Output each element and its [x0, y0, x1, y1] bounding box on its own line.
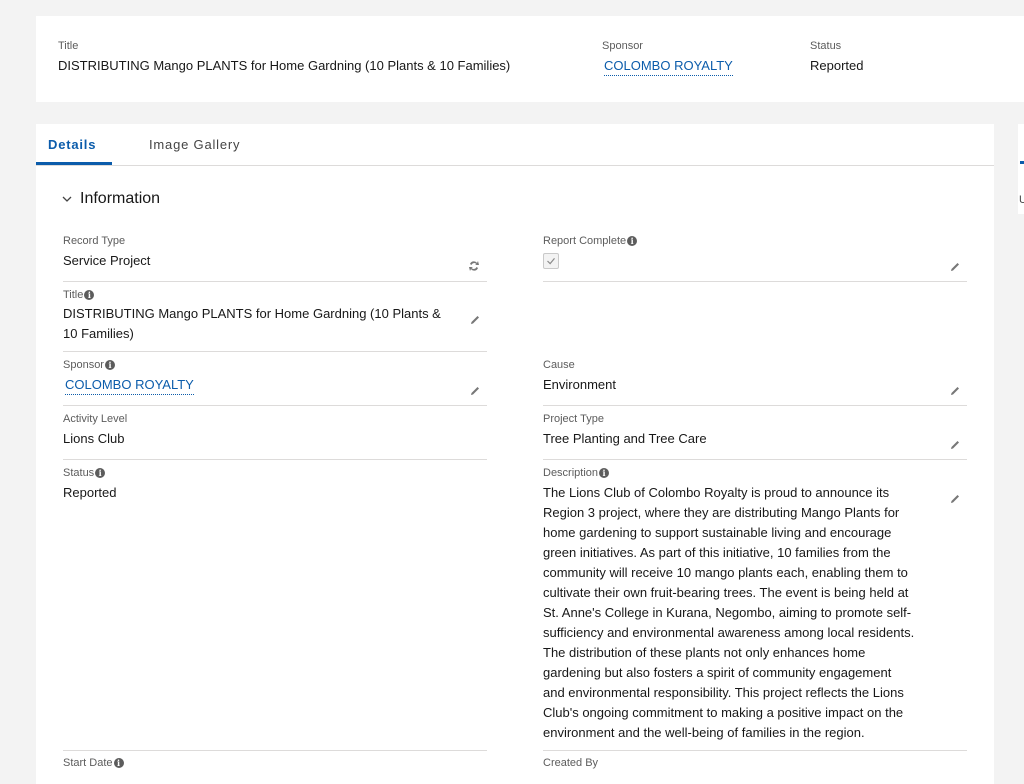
description-line: Region 3 project, where they are distrib… [543, 505, 900, 520]
field-value: Tree Planting and Tree Care [543, 431, 707, 446]
highlight-status-value: Reported [810, 58, 864, 73]
highlight-title-value: DISTRIBUTING Mango PLANTS for Home Gardn… [58, 58, 511, 73]
pencil-icon[interactable] [949, 261, 961, 273]
field-sponsor: Sponsor i COLOMBO ROYALTY [63, 359, 487, 406]
description-line: sufficiency and environmental awareness … [543, 625, 915, 640]
field-value: Environment [543, 377, 616, 392]
highlight-sponsor-link[interactable]: COLOMBO ROYALTY [604, 58, 733, 76]
description-line: home gardening to support sustainable li… [543, 525, 892, 540]
field-divider [63, 405, 487, 406]
pencil-icon[interactable] [469, 385, 481, 397]
description-line: community will receive 10 mango plants e… [543, 565, 908, 580]
field-title: Title i DISTRIBUTING Mango PLANTS for Hom… [63, 289, 487, 352]
tab-details[interactable]: Details [48, 137, 96, 152]
highlight-title-label: Title [58, 40, 79, 52]
field-label: Record Type [63, 235, 126, 247]
field-label: Title [63, 289, 84, 301]
field-divider [63, 459, 487, 460]
highlight-sponsor: Sponsor COLOMBO ROYALTY [602, 40, 733, 76]
info-icon[interactable]: i [95, 468, 106, 478]
field-description: Description i The Lions Club of Colombo R… [543, 467, 967, 751]
field-label: Sponsor [63, 359, 104, 371]
field-value-line: DISTRIBUTING Mango PLANTS for Home Gardn… [63, 306, 441, 321]
change-record-type-icon[interactable] [467, 259, 481, 273]
record-detail-panel: Details Image Gallery Information Record… [36, 124, 994, 784]
sponsor-link[interactable]: COLOMBO ROYALTY [65, 377, 194, 395]
checkmark-icon [547, 257, 555, 265]
description-line: cultivate their own fruit-bearing trees.… [543, 585, 909, 600]
description-line: St. Anne's College in Kurana, Negombo, a… [543, 605, 912, 620]
info-icon[interactable]: i [104, 360, 115, 370]
highlight-status-label: Status [810, 40, 842, 52]
field-label: Start Date [63, 757, 113, 769]
field-activity-level: Activity Level Lions Club [63, 413, 487, 460]
pencil-icon[interactable] [949, 439, 961, 451]
tab-bar: Details Image Gallery [36, 124, 994, 166]
chevron-down-icon [62, 196, 72, 202]
field-value: Service Project [63, 253, 151, 268]
field-divider [543, 281, 967, 282]
field-report-complete: Report Complete i [543, 235, 967, 282]
field-record-type: Record Type Service Project [63, 235, 487, 282]
tab-image-gallery[interactable]: Image Gallery [149, 137, 240, 152]
field-label: Project Type [543, 413, 604, 425]
report-complete-checkbox [543, 253, 559, 269]
field-label: Created By [543, 757, 599, 769]
field-label: Activity Level [63, 413, 128, 425]
description-line: Club's ongoing commitment to making a po… [543, 705, 904, 720]
side-panel-tab-indicator [1020, 161, 1024, 164]
info-icon[interactable]: i [84, 290, 95, 300]
field-value-line: 10 Families) [63, 326, 134, 341]
field-divider [63, 750, 487, 751]
section-information-title: Information [80, 190, 161, 207]
field-divider [63, 281, 487, 282]
field-cause: Cause Environment [543, 359, 967, 406]
field-value: Lions Club [63, 431, 125, 446]
pencil-icon[interactable] [469, 314, 481, 326]
active-tab-indicator [36, 162, 112, 165]
description-line: gardening but also fosters a spirit of c… [543, 665, 892, 680]
highlight-sponsor-label: Sponsor [602, 40, 643, 52]
field-label: Cause [543, 359, 575, 371]
field-divider [543, 459, 967, 460]
info-icon[interactable]: i [599, 468, 610, 478]
field-label: Description [543, 467, 599, 479]
description-line: and environmental responsibility. This p… [543, 685, 904, 700]
info-icon[interactable]: i [627, 236, 638, 246]
field-label: Status [63, 467, 95, 479]
field-start-date: Start Date i [63, 757, 487, 777]
description-line: green initiatives. As part of this initi… [543, 545, 891, 560]
record-highlights-panel: Title DISTRIBUTING Mango PLANTS for Home… [36, 16, 1024, 102]
pencil-icon[interactable] [949, 493, 961, 505]
field-divider [543, 750, 967, 751]
description-line: environment and the well-being of famili… [543, 725, 865, 740]
field-label: Report Complete [543, 235, 627, 247]
description-line: The Lions Club of Colombo Royalty is pro… [543, 485, 890, 500]
field-status: Status i Reported [63, 467, 487, 751]
pencil-icon[interactable] [949, 385, 961, 397]
description-line: The distribution of these plants not onl… [543, 645, 866, 660]
side-panel-text-fragment: U [1019, 194, 1024, 206]
field-project-type: Project Type Tree Planting and Tree Care [543, 413, 967, 460]
description-text: The Lions Club of Colombo Royalty is pro… [543, 483, 943, 743]
info-icon[interactable]: i [113, 758, 124, 768]
field-value: Reported [63, 485, 117, 500]
field-divider [63, 351, 487, 352]
highlight-status: Status Reported [810, 40, 863, 73]
field-divider [543, 405, 967, 406]
section-information-toggle[interactable]: Information [62, 190, 160, 208]
field-created-by: Created By [543, 757, 967, 777]
highlight-title: Title DISTRIBUTING Mango PLANTS for Home… [58, 40, 510, 73]
